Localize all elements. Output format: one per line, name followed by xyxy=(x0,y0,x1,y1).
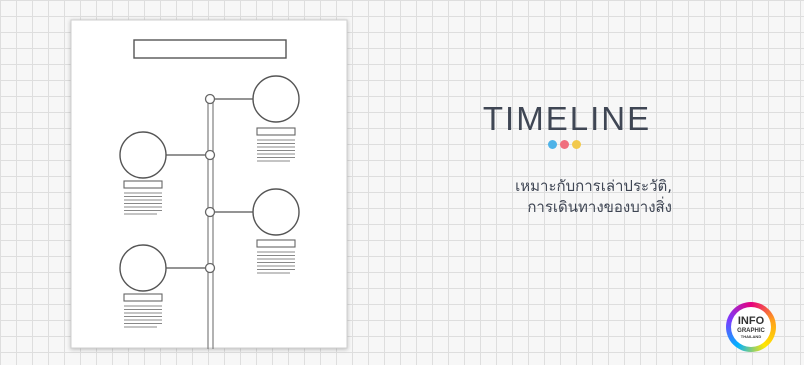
description-line-1: เหมาะกับการเล่าประวัติ, xyxy=(515,177,672,195)
blue-dot xyxy=(548,140,557,149)
infographic-thailand-logo: INFO GRAPHIC THAILAND xyxy=(726,302,776,352)
color-dots xyxy=(548,140,581,149)
timeline-wireframe xyxy=(70,19,348,349)
paper-sheet xyxy=(70,19,348,349)
page-title: TIMELINE xyxy=(482,100,652,137)
logo-text-graphic: GRAPHIC xyxy=(737,327,765,334)
pink-dot xyxy=(560,140,569,149)
description: เหมาะกับการเล่าประวัติ, การเดินทางของบาง… xyxy=(452,176,672,218)
yellow-dot xyxy=(572,140,581,149)
logo-text-info: INFO xyxy=(737,314,765,327)
logo-text-thailand: THAILAND xyxy=(740,333,762,339)
description-line-2: การเดินทางของบางสิ่ง xyxy=(527,198,672,216)
